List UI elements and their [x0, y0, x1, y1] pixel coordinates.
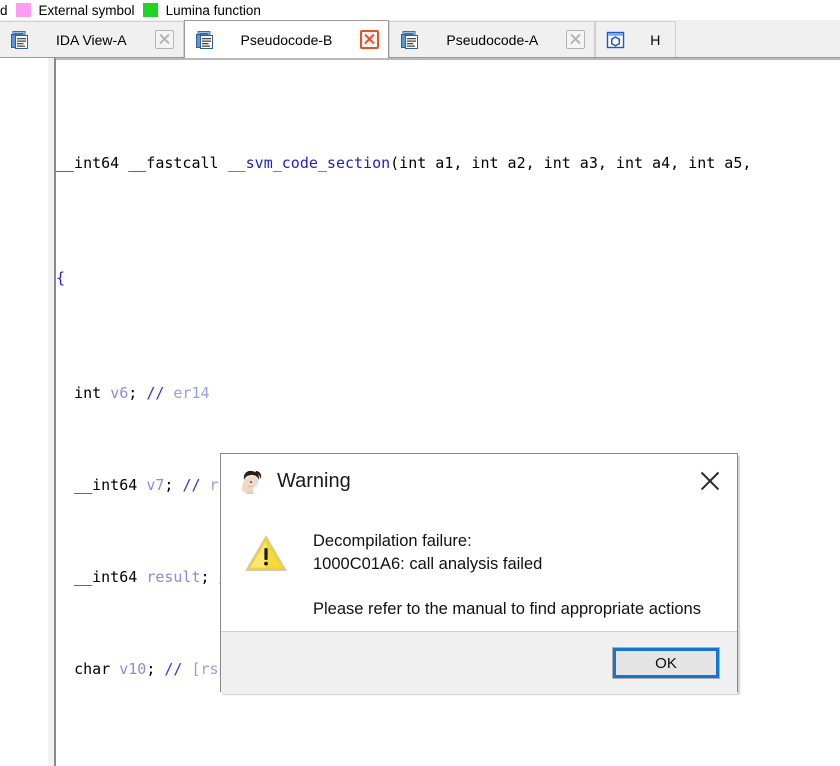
pseudocode-gutter: [0, 58, 48, 766]
pseudocode-view-icon: [400, 30, 420, 50]
view-tab-bar[interactable]: IDA View-A Pseudocode-B Pseudocode-A H: [0, 20, 840, 58]
legend-label-external-symbol: External symbol: [38, 2, 135, 18]
tab-label-ida-view-a: IDA View-A: [56, 31, 127, 48]
code-line-local-v6: int v6; // er14: [74, 384, 210, 402]
tab-close-pseudocode-a[interactable]: [566, 30, 586, 49]
code-line-signature: __int64 __fastcall __svm_code_section(in…: [56, 152, 840, 175]
tab-pseudocode-a[interactable]: Pseudocode-A: [389, 21, 596, 57]
code-function-params: (int a1, int a2, int a3, int a4, int a5,: [390, 154, 752, 172]
code-open-brace: {: [56, 269, 66, 287]
local-type-0: int: [74, 384, 102, 402]
legend-label-lumina-function: Lumina function: [165, 2, 261, 18]
tab-label-pseudocode-b: Pseudocode-B: [240, 31, 333, 48]
ok-button[interactable]: OK: [612, 647, 720, 679]
tab-label-hex-view: H: [650, 31, 661, 48]
dialog-message-line-3: Please refer to the manual to find appro…: [313, 600, 701, 618]
close-icon[interactable]: [695, 466, 725, 496]
code-return-type: __int64: [56, 154, 120, 172]
warning-triangle-icon: [243, 532, 289, 574]
legend-swatch-external-symbol: [15, 3, 31, 17]
local-name-1[interactable]: v7: [146, 476, 164, 494]
ida-woman-icon: [235, 466, 265, 496]
legend-swatch-lumina-function: [142, 3, 158, 17]
code-calling-convention: __fastcall: [128, 154, 219, 172]
pseudocode-view-icon: [195, 30, 215, 50]
dialog-message-line-2: 1000C01A6: call analysis failed: [313, 555, 543, 573]
hex-view-icon: [606, 30, 626, 50]
tab-label-pseudocode-a: Pseudocode-A: [446, 31, 539, 48]
legend-truncated-text: d: [0, 2, 8, 18]
tab-close-ida-view-a[interactable]: [154, 30, 174, 49]
local-name-2[interactable]: result: [146, 568, 200, 586]
listing-view-icon: [10, 30, 30, 50]
code-line-open-brace: {: [56, 267, 840, 290]
tab-ida-view-a[interactable]: IDA View-A: [0, 21, 184, 57]
code-function-name[interactable]: __svm_code_section: [228, 154, 391, 172]
warning-dialog: Warning Decompilation failure: 1000C01A6…: [220, 453, 738, 694]
ida-pro-window: d External symbol Lumina function IDA Vi…: [0, 0, 840, 766]
dialog-title: Warning: [277, 469, 351, 492]
ok-button-label: OK: [655, 654, 677, 672]
local-comment-0: er14: [173, 384, 210, 402]
legend-item-external-symbol: External symbol: [15, 2, 135, 18]
dialog-message-line-1: Decompilation failure:: [313, 532, 472, 550]
dialog-footer: OK: [221, 631, 737, 694]
tab-close-pseudocode-b[interactable]: [360, 30, 380, 49]
tab-pseudocode-b[interactable]: Pseudocode-B: [183, 20, 390, 58]
local-name-0[interactable]: v6: [110, 384, 128, 402]
local-type-2: __int64: [74, 568, 138, 586]
tab-hex-view[interactable]: H: [595, 21, 677, 57]
local-type-1: __int64: [74, 476, 138, 494]
legend-item-lumina-function: Lumina function: [142, 2, 261, 18]
dialog-title-bar[interactable]: Warning: [221, 454, 737, 508]
graph-legend-bar: d External symbol Lumina function: [0, 0, 840, 20]
dialog-body: Decompilation failure: 1000C01A6: call a…: [221, 508, 737, 631]
local-name-3[interactable]: v10: [119, 660, 146, 678]
dialog-message: Decompilation failure: 1000C01A6: call a…: [313, 526, 701, 621]
local-type-3: char: [74, 660, 111, 678]
